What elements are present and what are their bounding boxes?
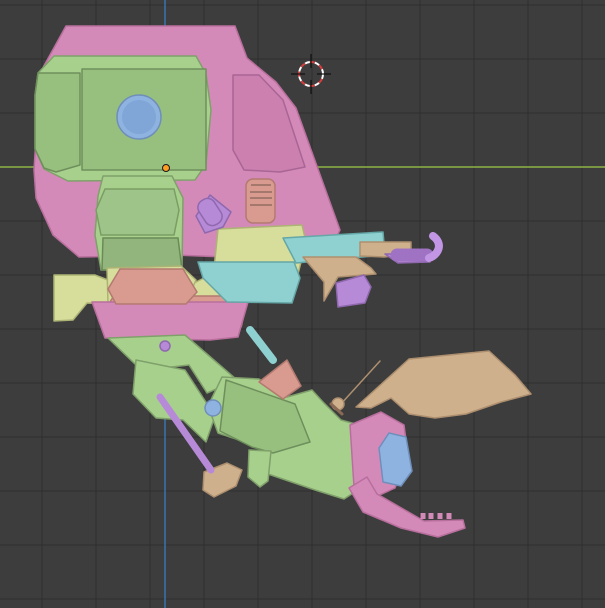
3d-cursor[interactable] [291, 54, 331, 94]
object-origin-dot [162, 164, 170, 172]
shoulder-cover [107, 268, 198, 305]
arm-lower-pad [247, 449, 272, 488]
upper-claw[interactable] [355, 350, 532, 419]
viewport-canvas[interactable] [0, 0, 605, 608]
elbow-bolt [204, 399, 222, 417]
hydraulic-rod [246, 326, 277, 364]
weapon-trigger [335, 274, 372, 308]
gripper-joint [378, 432, 413, 487]
hip-plate[interactable] [91, 301, 249, 341]
eye-lens-inner [122, 100, 156, 134]
neck-collar [95, 188, 180, 236]
weapon-hook [425, 232, 443, 262]
3d-viewport[interactable]: 3D Viewport [0, 0, 605, 608]
neck-base [101, 237, 183, 271]
robot-gripper-model[interactable] [33, 25, 532, 538]
hip-bolt [159, 340, 171, 352]
claw-teeth [420, 513, 452, 519]
head-side-face[interactable] [34, 72, 81, 173]
